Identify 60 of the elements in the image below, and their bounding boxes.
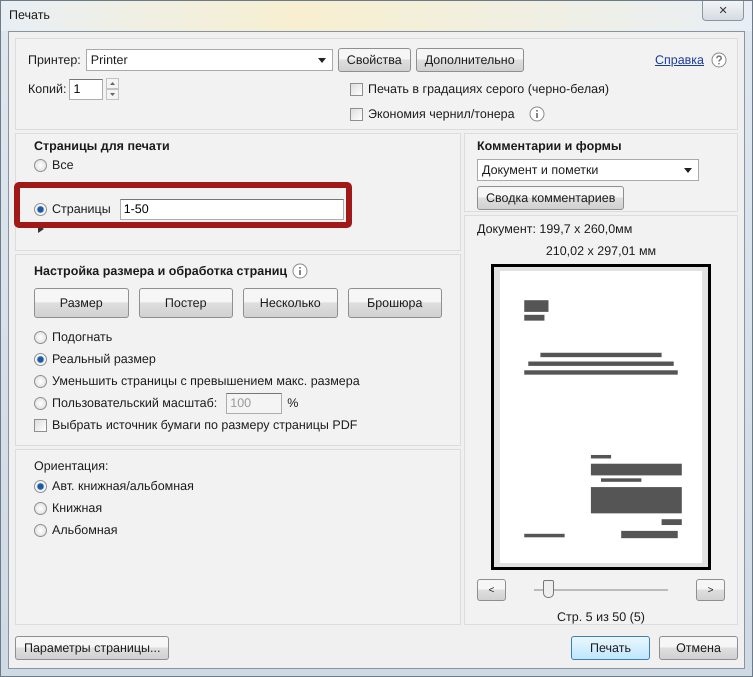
print-button[interactable]: Печать <box>571 636 650 660</box>
radio-label: Книжная <box>52 501 102 515</box>
radio-label: Все <box>52 158 74 172</box>
copies-field[interactable]: 1 <box>69 78 104 100</box>
help-icon <box>711 52 727 68</box>
mode-button[interactable]: Размер <box>34 288 128 318</box>
expand-arrow-icon <box>38 225 44 233</box>
comments-dropdown[interactable]: Документ и пометки <box>477 159 699 181</box>
radio-button[interactable] <box>34 502 47 514</box>
radio-button[interactable] <box>34 352 47 366</box>
radio-label: Авт. книжная/альбомная <box>52 479 194 493</box>
dialog-button[interactable]: Дополнительно <box>416 48 524 72</box>
section-title: Комментарии и формы <box>477 139 622 153</box>
checkbox-label: Печать в градациях серого (черно-белая) <box>368 82 610 96</box>
dialog-button[interactable]: Свойства <box>338 48 411 72</box>
next-page-button[interactable]: > <box>696 579 725 601</box>
dropdown-arrow-icon <box>684 168 692 172</box>
page-range-field[interactable]: 1-50 <box>120 198 344 220</box>
comments-summary-button[interactable]: Сводка комментариев <box>477 186 624 210</box>
printer-dropdown[interactable]: Printer <box>86 49 333 71</box>
radio-button[interactable] <box>34 374 47 388</box>
radio-button[interactable] <box>34 480 47 492</box>
spinner[interactable] <box>106 78 120 100</box>
radio-label: Страницы <box>52 202 111 216</box>
radio-label: Подогнать <box>52 330 112 344</box>
radio-button[interactable] <box>34 330 47 344</box>
radio-label: Альбомная <box>52 523 118 537</box>
checkbox-label: Выбрать источник бумаги по размеру страницы PDF <box>52 418 358 432</box>
close-button[interactable]: ✕ <box>702 1 744 21</box>
copies-label: Копий: <box>28 82 66 96</box>
radio-button[interactable] <box>34 202 47 216</box>
radio-button[interactable] <box>34 524 47 536</box>
checkbox-label: Экономия чернил/тонера <box>368 107 515 121</box>
radio-label: Уменьшить страницы с превышением макс. размера <box>52 374 360 388</box>
checkbox[interactable] <box>350 108 363 120</box>
previous-page-button[interactable]: < <box>477 579 506 601</box>
dropdown-arrow-icon <box>318 58 326 62</box>
info-icon <box>292 263 308 279</box>
section-label: Ориентация: <box>34 459 110 473</box>
radio-button[interactable] <box>34 396 47 410</box>
printer-label: Принтер: <box>28 53 81 67</box>
mode-button[interactable]: Постер <box>138 288 233 318</box>
radio-button[interactable] <box>34 158 47 172</box>
checkbox[interactable] <box>350 82 363 96</box>
paper-size: 210,02 x 297,01 мм <box>546 244 656 258</box>
page-setup-button[interactable]: Параметры страницы... <box>15 636 170 660</box>
help-link[interactable]: Справка <box>654 53 704 67</box>
document-size: Документ: 199,7 x 260,0мм <box>477 222 632 236</box>
page-slider-thumb[interactable] <box>543 580 554 598</box>
radio-label: Реальный размер <box>52 352 156 366</box>
cancel-button[interactable]: Отмена <box>659 636 738 660</box>
section-title: Страницы для печати <box>34 139 171 153</box>
checkbox[interactable] <box>34 418 47 432</box>
section-title: Настройка размера и обработка страниц <box>34 264 288 278</box>
mode-button[interactable]: Брошюра <box>348 288 442 318</box>
percent-sign: % <box>287 396 298 410</box>
window-title: Печать <box>9 8 50 22</box>
page-counter: Стр. 5 из 50 (5) <box>557 610 645 624</box>
radio-label: Пользовательский масштаб: <box>52 396 218 410</box>
mode-button[interactable]: Несколько <box>243 288 338 318</box>
